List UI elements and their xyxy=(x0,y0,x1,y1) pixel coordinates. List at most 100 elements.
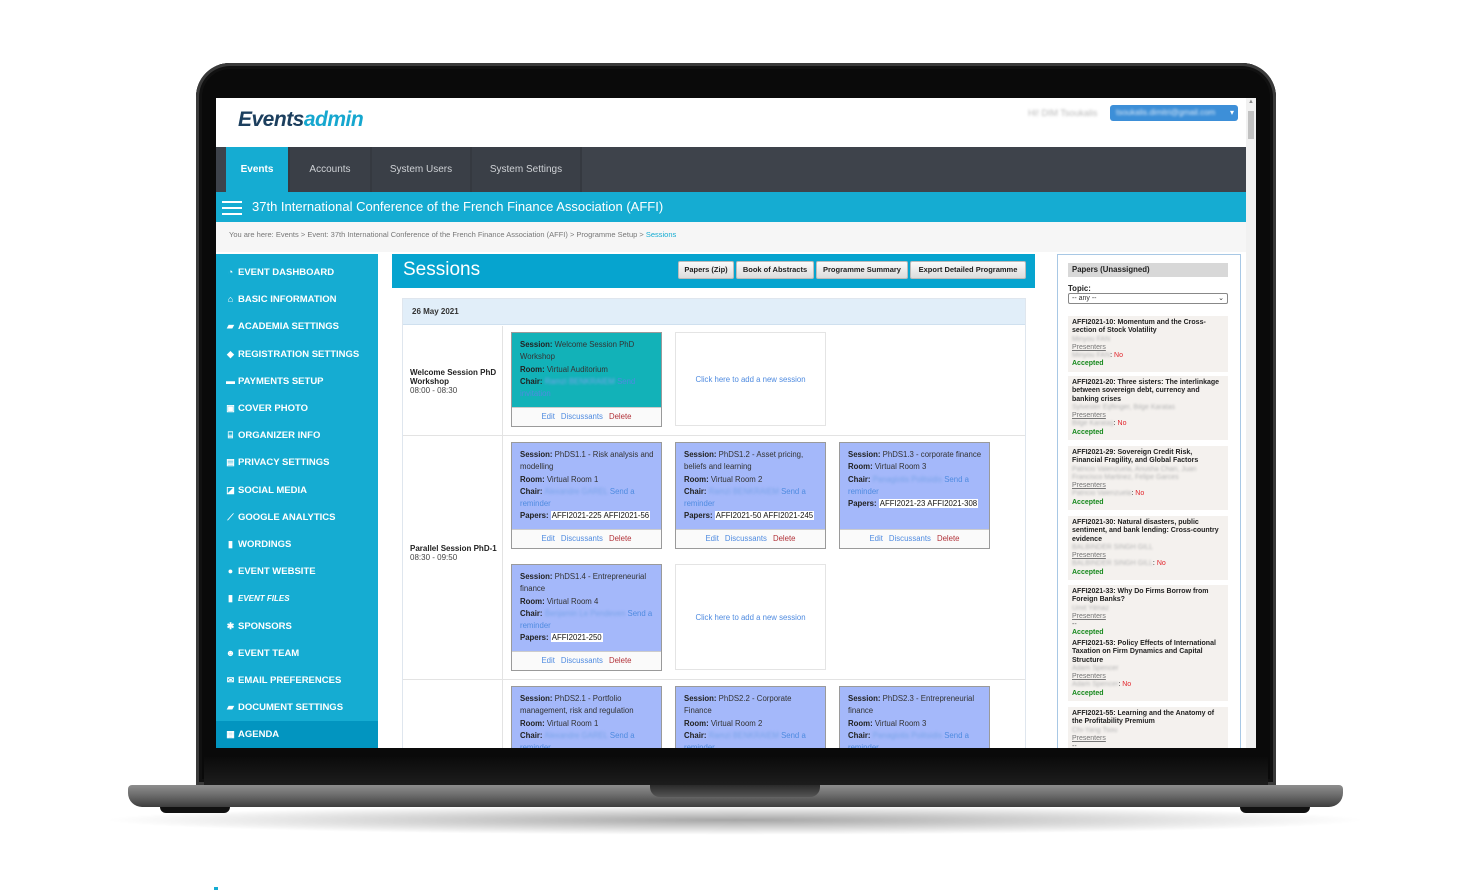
session-card-body: Session: PhDS1.2 - Asset pricing, belief… xyxy=(676,443,825,529)
room-label: Room: xyxy=(848,462,873,472)
paper-title[interactable]: AFFI2021-10: Momentum and the Cross-sect… xyxy=(1072,319,1224,336)
tab-system-settings[interactable]: System Settings xyxy=(472,147,582,192)
breadcrumb: You are here: Events > Event: 37th Inter… xyxy=(216,222,1246,252)
add-new-session-button[interactable]: Click here to add a new session xyxy=(675,332,826,426)
unassigned-paper-item[interactable]: AFFI2021-53: Policy Effects of Internati… xyxy=(1068,637,1228,702)
paper-tag[interactable]: AFFI2021-245 xyxy=(762,511,815,521)
tab-accounts[interactable]: Accounts xyxy=(290,147,372,192)
page-scrollbar[interactable]: ▲ xyxy=(1246,98,1256,748)
session-card[interactable]: Session: PhDS2.1 - Portfolio management,… xyxy=(511,686,662,748)
breadcrumb-path[interactable]: You are here: Events > Event: 37th Inter… xyxy=(229,230,646,239)
room-label: Room: xyxy=(520,596,545,606)
programme-summary-button[interactable]: Programme Summary xyxy=(816,261,908,279)
unassigned-paper-item[interactable]: AFFI2021-10: Momentum and the Cross-sect… xyxy=(1068,316,1228,372)
chair-line: Chair: Alexandre GAREL Send a reminder xyxy=(520,486,654,511)
presenter-line: Bilge Karataş: No xyxy=(1072,420,1127,428)
sidebar-item-event-files[interactable]: ▮ EVENT FILES xyxy=(216,585,378,612)
sidebar-item-agenda[interactable]: ▦ AGENDA xyxy=(216,721,378,748)
discussants-link[interactable]: Discussants xyxy=(725,534,767,543)
chair-line: Chair: Alexandre GAREL Send a reminder xyxy=(520,730,654,748)
paper-tag[interactable]: AFFI2021-50 xyxy=(714,511,763,521)
paper-tag[interactable]: AFFI2021-56 xyxy=(602,511,651,521)
export-detailed-programme-button[interactable]: Export Detailed Programme xyxy=(910,261,1026,279)
discussants-link[interactable]: Discussants xyxy=(889,534,931,543)
topic-select[interactable]: -- any -- ⌄ xyxy=(1068,293,1228,304)
sidebar-item-email-preferences[interactable]: ✉ EMAIL PREFERENCES xyxy=(216,667,378,694)
sidebar-item-social-media[interactable]: ◪ SOCIAL MEDIA xyxy=(216,477,378,504)
session-card[interactable]: Session: PhDS1.1 - Risk analysis and mod… xyxy=(511,442,662,549)
delete-link[interactable]: Delete xyxy=(609,534,632,543)
hamburger-menu-icon[interactable] xyxy=(222,201,242,215)
edit-link[interactable]: Edit xyxy=(541,534,554,543)
delete-link[interactable]: Delete xyxy=(609,656,632,665)
discussants-link[interactable]: Discussants xyxy=(561,656,603,665)
unassigned-paper-item[interactable]: AFFI2021-55: Learning and the Anatomy of… xyxy=(1068,707,1228,748)
delete-link[interactable]: Delete xyxy=(773,534,796,543)
session-card[interactable]: Session: PhDS1.2 - Asset pricing, belief… xyxy=(675,442,826,549)
book-of-abstracts-button[interactable]: Book of Abstracts xyxy=(736,261,814,279)
add-new-session-button[interactable]: Click here to add a new session xyxy=(675,564,826,670)
delete-link[interactable]: Delete xyxy=(609,412,632,421)
unassigned-paper-item[interactable]: AFFI2021-30: Natural disasters, public s… xyxy=(1068,516,1228,581)
sidebar-item-event-team[interactable]: ☻ EVENT TEAM xyxy=(216,640,378,667)
paper-title[interactable]: AFFI2021-30: Natural disasters, public s… xyxy=(1072,519,1224,544)
presenter-status: No xyxy=(1156,560,1166,568)
session-card[interactable]: Session: PhDS1.3 - corporate finance Room… xyxy=(839,442,990,549)
laptop-foot xyxy=(1240,807,1310,813)
logo[interactable]: Eventsadmin xyxy=(238,108,364,132)
sidebar-item-event-dashboard[interactable]: ◔ EVENT DASHBOARD xyxy=(216,259,378,286)
paper-title[interactable]: AFFI2021-29: Sovereign Credit Risk, Fina… xyxy=(1072,449,1224,466)
paper-tag[interactable]: AFFI2021-23 xyxy=(878,499,927,509)
tab-system-users[interactable]: System Users xyxy=(372,147,472,192)
sidebar-item-basic-information[interactable]: ⌂ BASIC INFORMATION xyxy=(216,286,378,313)
sidebar-item-registration-settings[interactable]: ◆ REGISTRATION SETTINGS xyxy=(216,341,378,368)
chair-line: Chair: Benjamin Le Pendeven Send a remin… xyxy=(520,608,654,633)
session-card[interactable]: Session: PhDS2.2 - Corporate Finance Room… xyxy=(675,686,826,748)
user-menu-button[interactable]: tsoukalis.dimitri@gmail.com ▾ xyxy=(1110,105,1238,121)
tab-events[interactable]: Events xyxy=(226,147,290,192)
paper-tag[interactable]: AFFI2021-225 xyxy=(550,511,603,521)
session-card[interactable]: Session: PhDS2.3 - Entrepreneurial finan… xyxy=(839,686,990,748)
discussants-link[interactable]: Discussants xyxy=(561,412,603,421)
paper-tag[interactable]: AFFI2021-250 xyxy=(550,633,603,643)
edit-link[interactable]: Edit xyxy=(541,412,554,421)
session-card-body: Session: PhDS1.4 - Entrepreneurial finan… xyxy=(512,565,661,651)
sidebar-item-document-settings[interactable]: ▰ DOCUMENT SETTINGS xyxy=(216,694,378,721)
sidebar-item-label: EVENT DASHBOARD xyxy=(238,267,335,278)
edit-link[interactable]: Edit xyxy=(869,534,882,543)
sidebar-item-event-website[interactable]: ● EVENT WEBSITE xyxy=(216,558,378,585)
sessions-header: Sessions Papers (Zip) Book of Abstracts … xyxy=(392,254,1035,288)
screen: Eventsadmin Hi! DIM Tsoukalis tsoukalis.… xyxy=(216,98,1256,748)
delete-link[interactable]: Delete xyxy=(937,534,960,543)
time-slot-row: Session: PhDS2.1 - Portfolio management,… xyxy=(403,680,1025,748)
sidebar-item-cover-photo[interactable]: ▣ COVER PHOTO xyxy=(216,395,378,422)
unassigned-paper-item[interactable]: AFFI2021-20: Three sisters: The interlin… xyxy=(1068,376,1228,441)
session-card[interactable]: Session: PhDS1.4 - Entrepreneurial finan… xyxy=(511,564,662,671)
paper-tag[interactable]: AFFI2021-308 xyxy=(926,499,979,509)
sidebar-item-google-analytics[interactable]: ⟋ GOOGLE ANALYTICS xyxy=(216,504,378,531)
paper-title[interactable]: AFFI2021-55: Learning and the Anatomy of… xyxy=(1072,710,1224,727)
room-label: Room: xyxy=(848,718,873,728)
sidebar: ◔ EVENT DASHBOARD ⌂ BASIC INFORMATION ▰ ACADE… xyxy=(216,254,378,748)
session-card[interactable]: Session: Welcome Session PhD Workshop Roo… xyxy=(511,332,662,427)
sidebar-item-wordings[interactable]: ▮ WORDINGS xyxy=(216,531,378,558)
sidebar-item-organizer-info[interactable]: ⌸ ORGANIZER INFO xyxy=(216,422,378,449)
unassigned-paper-item[interactable]: AFFI2021-29: Sovereign Credit Risk, Fina… xyxy=(1068,446,1228,511)
sidebar-item-sponsors[interactable]: ✱ SPONSORS xyxy=(216,613,378,640)
presenter-status: -- xyxy=(1072,743,1077,748)
paper-title[interactable]: AFFI2021-33: Why Do Firms Borrow from Fo… xyxy=(1072,588,1224,605)
edit-link[interactable]: Edit xyxy=(541,656,554,665)
unassigned-paper-item[interactable]: AFFI2021-33: Why Do Firms Borrow from Fo… xyxy=(1068,585,1228,641)
sidebar-item-privacy-settings[interactable]: ▤ PRIVACY SETTINGS xyxy=(216,449,378,476)
scroll-up-arrow-icon[interactable]: ▲ xyxy=(1248,99,1254,105)
scrollbar-thumb[interactable] xyxy=(1248,111,1254,139)
sidebar-item-payments-setup[interactable]: ▬ PAYMENTS SETUP xyxy=(216,368,378,395)
session-name-line: Session: PhDS2.2 - Corporate Finance xyxy=(684,693,818,718)
paper-title[interactable]: AFFI2021-53: Policy Effects of Internati… xyxy=(1072,640,1224,665)
sidebar-item-academia-settings[interactable]: ▰ ACADEMIA SETTINGS xyxy=(216,313,378,340)
discussants-link[interactable]: Discussants xyxy=(561,534,603,543)
paper-title[interactable]: AFFI2021-20: Three sisters: The interlin… xyxy=(1072,379,1224,404)
room-line: Room: Virtual Room 3 xyxy=(848,718,982,730)
papers-zip-button[interactable]: Papers (Zip) xyxy=(678,261,734,279)
edit-link[interactable]: Edit xyxy=(705,534,718,543)
